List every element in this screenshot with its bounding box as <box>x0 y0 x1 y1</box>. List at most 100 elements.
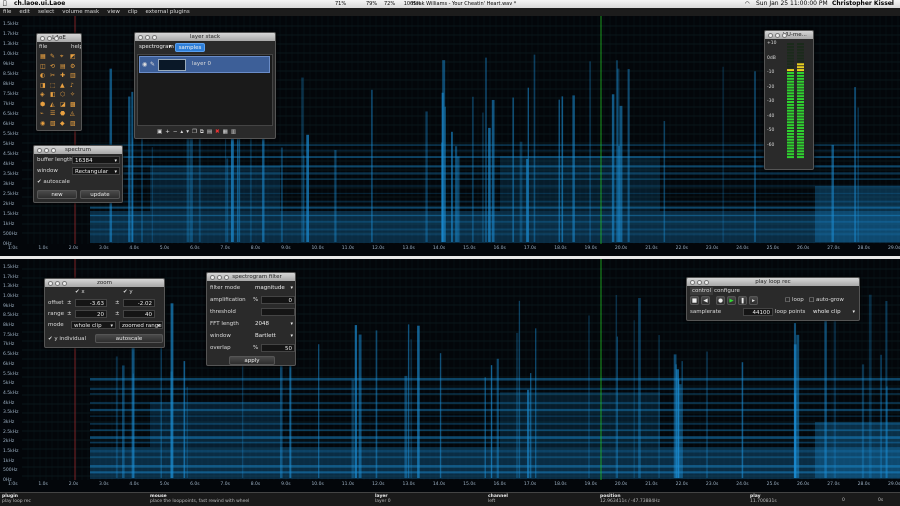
zoom-icon[interactable] <box>54 35 59 41</box>
close-icon[interactable] <box>40 35 45 41</box>
tool-icon[interactable]: ◪ <box>60 101 70 111</box>
tool-icon[interactable]: ▩ <box>70 101 80 111</box>
new-layer-icon[interactable]: ▣ <box>157 129 162 136</box>
remove-icon[interactable]: − <box>173 129 178 136</box>
menu-file[interactable]: file <box>3 9 11 15</box>
loop-checkbox[interactable]: □ loop <box>785 296 804 304</box>
y-individual-checkbox[interactable]: ✔ y individual <box>48 335 86 343</box>
settings-icon[interactable]: ▥ <box>231 129 236 136</box>
rewind-icon[interactable]: ◀ <box>701 296 710 305</box>
autoscale-checkbox[interactable]: ✔ autoscale <box>37 178 70 186</box>
amplification-field[interactable]: 0 <box>261 296 295 304</box>
merge-icon[interactable]: ⧉ <box>200 129 204 136</box>
zoom-icon[interactable] <box>224 274 229 280</box>
menu-edit[interactable]: edit <box>19 9 30 15</box>
tool-icon[interactable]: ✚ <box>60 72 70 82</box>
tool-icon[interactable]: ◈ <box>40 91 50 101</box>
fft-length-select[interactable]: 2048 <box>253 320 295 328</box>
zoom-icon[interactable] <box>152 34 157 40</box>
close-icon[interactable] <box>210 274 215 280</box>
layer-name[interactable]: layer 0 <box>192 61 211 67</box>
tool-icon[interactable]: ◨ <box>40 82 50 92</box>
spectrum-titlebar[interactable]: spectrum <box>34 146 122 154</box>
autoscale-button[interactable]: autoscale <box>95 334 163 343</box>
minimize-icon[interactable] <box>145 34 150 40</box>
vu-meter-titlebar[interactable]: VU-me... <box>765 31 813 39</box>
tool-icon[interactable]: ◧ <box>50 91 60 101</box>
close-icon[interactable] <box>37 147 42 153</box>
clip-icon[interactable]: ▤ <box>207 129 212 136</box>
spectrogram-filter-titlebar[interactable]: spectrogram filter <box>207 273 295 281</box>
play-icon[interactable]: ▶ <box>727 296 736 305</box>
menubar-user[interactable]: Christopher Kissel <box>832 0 894 8</box>
tool-icon[interactable]: ▥ <box>70 72 80 82</box>
tool-icon[interactable]: ⚙ <box>70 63 80 73</box>
tool-icon[interactable]: ⬚ <box>50 82 60 92</box>
samplerate-field[interactable]: 44100 <box>743 308 773 316</box>
menu-clip[interactable]: clip <box>128 9 138 15</box>
range-x-field[interactable]: 20 <box>75 310 107 318</box>
move-down-icon[interactable]: ▾ <box>186 129 189 136</box>
buffer-length-select[interactable]: 16384 <box>72 156 120 165</box>
tool-icon[interactable]: ✧ <box>70 91 80 101</box>
zoom-icon[interactable] <box>782 32 787 38</box>
minimize-icon[interactable] <box>47 35 52 41</box>
menu-volume-mask[interactable]: volume mask <box>62 9 99 15</box>
tool-icon[interactable]: ◬ <box>70 110 80 120</box>
laoe-menu-help[interactable]: help <box>71 43 81 51</box>
eye-icon[interactable]: ◉ <box>142 61 147 68</box>
mode-x-select[interactable]: whole clip <box>71 321 116 330</box>
minimize-icon[interactable] <box>44 147 49 153</box>
tool-icon[interactable]: ▧ <box>50 120 60 130</box>
tool-icon[interactable]: ◭ <box>50 101 60 111</box>
filter-mode-select[interactable]: magnitude <box>253 284 295 292</box>
x-axis-checkbox[interactable]: ✔ x <box>75 288 85 296</box>
zoom-titlebar[interactable]: zoom <box>45 279 164 287</box>
record-icon[interactable]: ● <box>716 296 725 305</box>
forward-icon[interactable]: ▸ <box>749 296 758 305</box>
delete-icon[interactable]: ✖ <box>215 129 220 136</box>
tab-configure[interactable]: configure <box>712 287 742 295</box>
update-button[interactable]: update <box>80 190 120 199</box>
loop-points-select[interactable]: whole clip <box>811 308 857 316</box>
play-loop-rec-titlebar[interactable]: play loop rec <box>687 278 859 286</box>
close-icon[interactable] <box>690 279 695 285</box>
tool-icon[interactable]: ⬢ <box>40 101 50 111</box>
tool-icon[interactable]: ⌁ <box>40 110 50 120</box>
minimize-icon[interactable] <box>775 32 780 38</box>
layer-stack-titlebar[interactable]: layer stack <box>135 33 275 41</box>
mode-y-select[interactable]: zoomed range <box>119 321 163 330</box>
overlap-field[interactable]: 50 <box>261 344 295 352</box>
tool-icon[interactable]: ▦ <box>40 53 50 63</box>
tool-icon[interactable]: ◉ <box>40 120 50 130</box>
tool-icon[interactable]: ✂ <box>50 72 60 82</box>
minimize-icon[interactable] <box>697 279 702 285</box>
menu-view[interactable]: view <box>107 9 120 15</box>
layer-row[interactable]: ◉ ✎ layer 0 <box>139 56 270 73</box>
copy-icon[interactable]: ❐ <box>192 129 197 136</box>
close-icon[interactable] <box>48 280 53 286</box>
tool-icon[interactable]: ♪ <box>70 82 80 92</box>
laoe-menu-file[interactable]: file <box>39 43 47 51</box>
tool-icon[interactable]: ◫ <box>40 63 50 73</box>
app-name[interactable]: ch.laoe.ui.Laoe <box>14 0 65 8</box>
menubar-clock[interactable]: Sun Jan 25 11:00:00 PM <box>756 0 828 8</box>
tool-icon[interactable]: ☰ <box>50 110 60 120</box>
close-icon[interactable] <box>768 32 773 38</box>
tool-icon[interactable]: ⬣ <box>60 110 70 120</box>
tab-control[interactable]: control <box>690 287 714 295</box>
zoom-icon[interactable] <box>62 280 67 286</box>
apply-button[interactable]: apply <box>229 356 275 365</box>
wifi-icon[interactable]: ◠ <box>745 0 750 8</box>
samples-button[interactable]: samples <box>175 43 205 52</box>
move-up-icon[interactable]: ▴ <box>180 129 183 136</box>
tool-icon[interactable]: ▤ <box>60 63 70 73</box>
tool-icon[interactable]: ✎ <box>50 53 60 63</box>
y-axis-checkbox[interactable]: ✔ y <box>123 288 133 296</box>
window-select[interactable]: Bartlett <box>253 332 295 340</box>
menu-select[interactable]: select <box>38 9 54 15</box>
spotlight-icon[interactable]: ⌕ <box>890 0 893 8</box>
zoom-icon[interactable] <box>51 147 56 153</box>
threshold-field[interactable] <box>261 308 295 316</box>
minimize-icon[interactable] <box>217 274 222 280</box>
